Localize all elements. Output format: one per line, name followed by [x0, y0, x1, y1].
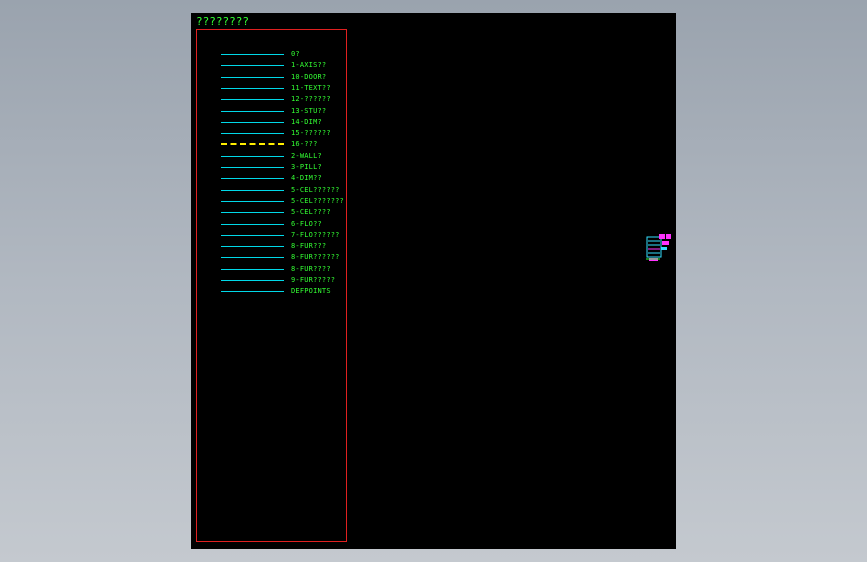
layer-label: 15-??????: [291, 129, 331, 138]
layer-row: 5-CEL????: [197, 207, 348, 218]
layer-line-sample: [221, 143, 284, 146]
layer-line-sample: [221, 110, 284, 112]
layer-line-sample: [221, 178, 284, 180]
layer-line-sample: [221, 246, 284, 248]
layer-label: 14-DIM?: [291, 117, 322, 126]
layer-label: 8-FUR????: [291, 264, 331, 273]
layer-label: 6-FLO??: [291, 219, 322, 228]
layer-label: 8-FUR???: [291, 242, 327, 251]
layer-label: 4-DIM??: [291, 174, 322, 183]
layer-line-sample: [221, 200, 284, 202]
sheet-title: ????????: [196, 15, 249, 28]
layer-row: 2-WALL?: [197, 151, 348, 162]
layer-line-sample: [221, 76, 284, 78]
cluster-block-marker: [662, 241, 669, 245]
layer-label: 11-TEXT??: [291, 83, 331, 92]
layer-line-sample: [221, 155, 284, 157]
layer-row: 1-AXIS??: [197, 60, 348, 71]
layer-label: DEFPOINTS: [291, 287, 331, 296]
layer-label: 0?: [291, 50, 300, 58]
layer-row: 13-STU??: [197, 106, 348, 117]
cluster-block-marker: [659, 234, 665, 239]
drawing-canvas[interactable]: ???????? 0? 1-AXIS?? 10-DOOR? 11-TEXT?? 12-?…: [191, 13, 676, 549]
layer-legend-frame: 0? 1-AXIS?? 10-DOOR? 11-TEXT?? 12-?????? 13-S…: [196, 29, 347, 542]
layer-label: 7-FLO??????: [291, 230, 340, 239]
layer-line-sample: [221, 65, 284, 67]
layer-line-sample: [221, 121, 284, 123]
layer-label: 3-PILL?: [291, 163, 322, 171]
layer-line-sample: [221, 99, 284, 101]
layer-row: 16-???: [197, 139, 348, 150]
cluster-block-marker: [666, 234, 671, 239]
layer-row: DEFPOINTS: [197, 286, 348, 297]
cluster-block-marker: [661, 247, 667, 250]
layer-row: 15-??????: [197, 128, 348, 139]
drawing-detail-cluster[interactable]: [646, 233, 672, 263]
layer-row: 12-??????: [197, 94, 348, 105]
layer-row: 8-FUR????: [197, 264, 348, 275]
layer-label: 12-??????: [291, 95, 331, 104]
layer-row: 8-FUR???: [197, 241, 348, 252]
layer-row: 0?: [197, 49, 348, 60]
layer-label: 16-???: [291, 140, 318, 149]
layer-row: 8-FUR??????: [197, 252, 348, 263]
layer-row: 5-CEL??????: [197, 185, 348, 196]
layer-label: 10-DOOR?: [291, 72, 327, 81]
layer-row: 9-FUR?????: [197, 275, 348, 286]
layer-line-sample: [221, 280, 284, 281]
layer-line-sample: [221, 234, 284, 236]
layer-label: 8-FUR??????: [291, 253, 340, 262]
layer-row: 6-FLO??: [197, 219, 348, 230]
layer-label: 5-CEL????: [291, 208, 331, 217]
layer-label: 13-STU??: [291, 106, 327, 115]
layer-label: 1-AXIS??: [291, 61, 327, 70]
layer-line-sample: [221, 268, 284, 270]
layer-row: 3-PILL?: [197, 162, 348, 173]
layer-line-sample: [221, 291, 284, 293]
layer-row: 11-TEXT??: [197, 83, 348, 94]
layer-row: 7-FLO??????: [197, 230, 348, 241]
layer-line-sample: [221, 87, 284, 89]
layer-label: 5-CEL??????: [291, 185, 340, 194]
layer-line-sample: [221, 257, 284, 259]
layer-line-sample: [221, 54, 284, 55]
layer-label: 9-FUR?????: [291, 276, 336, 284]
layer-row: 5-CEL???????: [197, 196, 348, 207]
layer-label: 2-WALL?: [291, 151, 322, 160]
layer-line-sample: [221, 189, 284, 191]
layer-row: 14-DIM?: [197, 117, 348, 128]
cluster-block-main: [646, 236, 662, 258]
layer-label: 5-CEL???????: [291, 196, 344, 205]
layer-line-sample: [221, 223, 284, 225]
layer-line-sample: [221, 167, 284, 168]
layer-row: 10-DOOR?: [197, 72, 348, 83]
layer-row: 4-DIM??: [197, 173, 348, 184]
layer-line-sample: [221, 133, 284, 135]
layer-line-sample: [221, 212, 284, 214]
